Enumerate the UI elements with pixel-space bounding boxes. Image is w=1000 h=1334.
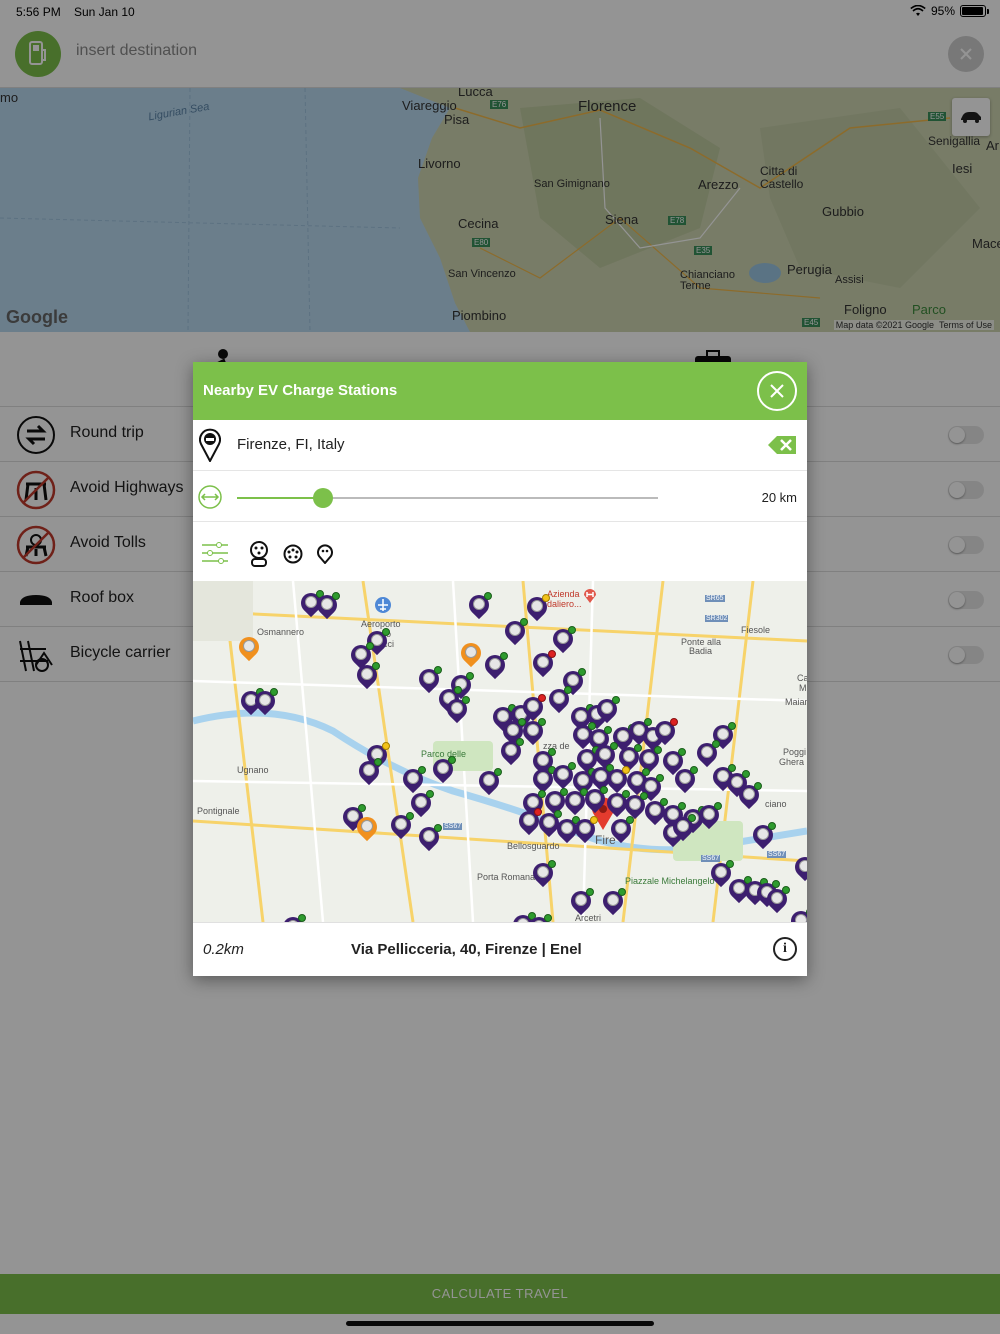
station-marker[interactable] xyxy=(312,590,342,623)
station-marker[interactable] xyxy=(496,736,526,769)
station-marker[interactable] xyxy=(514,806,544,839)
road-badge: SS67 xyxy=(443,823,463,830)
road-badge: SR65 xyxy=(705,595,725,602)
station-marker[interactable] xyxy=(566,886,596,919)
map-label: Ca xyxy=(797,673,807,683)
map-label: Maiar xyxy=(785,697,807,707)
map-label: M xyxy=(799,683,807,693)
location-row[interactable]: Firenze, FI, Italy xyxy=(193,420,807,471)
range-slider-fill xyxy=(237,497,324,499)
station-marker[interactable] xyxy=(480,650,510,683)
station-marker[interactable] xyxy=(428,754,458,787)
map-label: Piazzale Michelangelo xyxy=(625,876,715,886)
location-text: Firenze, FI, Italy xyxy=(237,436,345,453)
station-marker[interactable] xyxy=(668,812,698,845)
filter-row xyxy=(193,522,807,581)
station-marker[interactable] xyxy=(442,694,472,727)
station-marker[interactable] xyxy=(544,684,574,717)
range-slider[interactable] xyxy=(237,488,658,508)
station-marker[interactable] xyxy=(786,906,807,922)
nearby-stations-modal: Nearby EV Charge Stations Firenze, FI, I… xyxy=(193,362,807,976)
station-marker[interactable] xyxy=(352,812,382,845)
station-address: Via Pellicceria, 40, Firenze | Enel xyxy=(351,941,582,958)
station-marker[interactable] xyxy=(414,664,444,697)
station-marker[interactable] xyxy=(790,852,807,885)
station-marker[interactable] xyxy=(528,648,558,681)
station-marker[interactable] xyxy=(748,820,778,853)
station-marker[interactable] xyxy=(598,886,628,919)
station-marker[interactable] xyxy=(552,814,582,847)
station-marker[interactable] xyxy=(570,814,600,847)
station-marker[interactable] xyxy=(500,616,530,649)
station-marker[interactable] xyxy=(528,858,558,891)
filter-icon[interactable] xyxy=(201,542,229,564)
station-marker[interactable] xyxy=(250,686,280,719)
station-marker[interactable] xyxy=(386,810,416,843)
station-marker[interactable] xyxy=(522,592,552,625)
map-label: Poggi xyxy=(783,747,807,757)
station-marker[interactable] xyxy=(580,784,610,817)
stations-map[interactable]: Aeroporto go cci Osmannero Azienda dalie… xyxy=(193,581,807,922)
road-badge: SS67 xyxy=(701,855,721,862)
map-label: Parco delle xyxy=(421,749,467,759)
map-label: Osmannero xyxy=(257,627,305,637)
station-marker[interactable] xyxy=(352,660,382,693)
map-label: Porta Romana xyxy=(477,872,536,882)
modal-title: Nearby EV Charge Stations xyxy=(203,382,398,399)
map-label: Pontignale xyxy=(197,806,240,816)
map-label: Badia xyxy=(689,646,713,656)
map-label: zza de xyxy=(543,741,570,751)
station-marker[interactable] xyxy=(548,624,578,657)
station-marker[interactable] xyxy=(670,764,700,797)
station-marker[interactable] xyxy=(474,766,504,799)
station-distance: 0.2km xyxy=(203,941,244,958)
map-label: Aeroporto xyxy=(361,619,401,629)
station-marker[interactable] xyxy=(560,786,590,819)
type2-plug-icon[interactable] xyxy=(283,544,303,564)
map-label: Ghera xyxy=(779,757,805,767)
chademo-plug-icon[interactable] xyxy=(317,544,333,564)
clear-location-icon[interactable] xyxy=(767,435,797,455)
range-slider-thumb[interactable] xyxy=(313,488,334,508)
station-marker[interactable] xyxy=(464,590,494,623)
station-marker[interactable] xyxy=(694,800,724,833)
map-label: Bellosguardo xyxy=(507,841,560,851)
map-label: Ugnano xyxy=(237,765,269,775)
selected-station-footer[interactable]: 0.2km Via Pellicceria, 40, Firenze | Ene… xyxy=(193,922,807,976)
airport-icon xyxy=(375,597,391,613)
station-marker[interactable] xyxy=(518,716,548,749)
map-label: daliero... xyxy=(547,599,582,609)
station-marker[interactable] xyxy=(406,788,436,821)
range-value: 20 km xyxy=(761,490,797,505)
modal-header: Nearby EV Charge Stations xyxy=(193,362,807,420)
station-marker[interactable] xyxy=(354,756,384,789)
info-icon: i xyxy=(783,941,787,956)
station-marker[interactable] xyxy=(456,638,486,671)
station-marker[interactable] xyxy=(734,780,764,813)
info-button[interactable]: i xyxy=(773,937,797,961)
ccs-plug-icon[interactable] xyxy=(249,541,269,567)
station-marker[interactable] xyxy=(650,716,680,749)
map-label: Azienda xyxy=(547,589,580,599)
location-pin-icon xyxy=(199,428,221,462)
station-marker[interactable] xyxy=(414,822,444,855)
station-marker[interactable] xyxy=(592,694,622,727)
map-label: Fiesole xyxy=(741,625,771,635)
hospital-icon xyxy=(584,589,596,603)
range-row: 20 km xyxy=(193,471,807,522)
modal-close-button[interactable] xyxy=(757,371,797,411)
station-marker[interactable] xyxy=(762,884,792,917)
close-icon xyxy=(770,384,784,398)
road-badge: SR302 xyxy=(705,615,729,622)
range-icon xyxy=(198,485,222,509)
station-marker[interactable] xyxy=(234,632,264,665)
map-label: ciano xyxy=(765,799,787,809)
station-marker[interactable] xyxy=(606,814,636,847)
